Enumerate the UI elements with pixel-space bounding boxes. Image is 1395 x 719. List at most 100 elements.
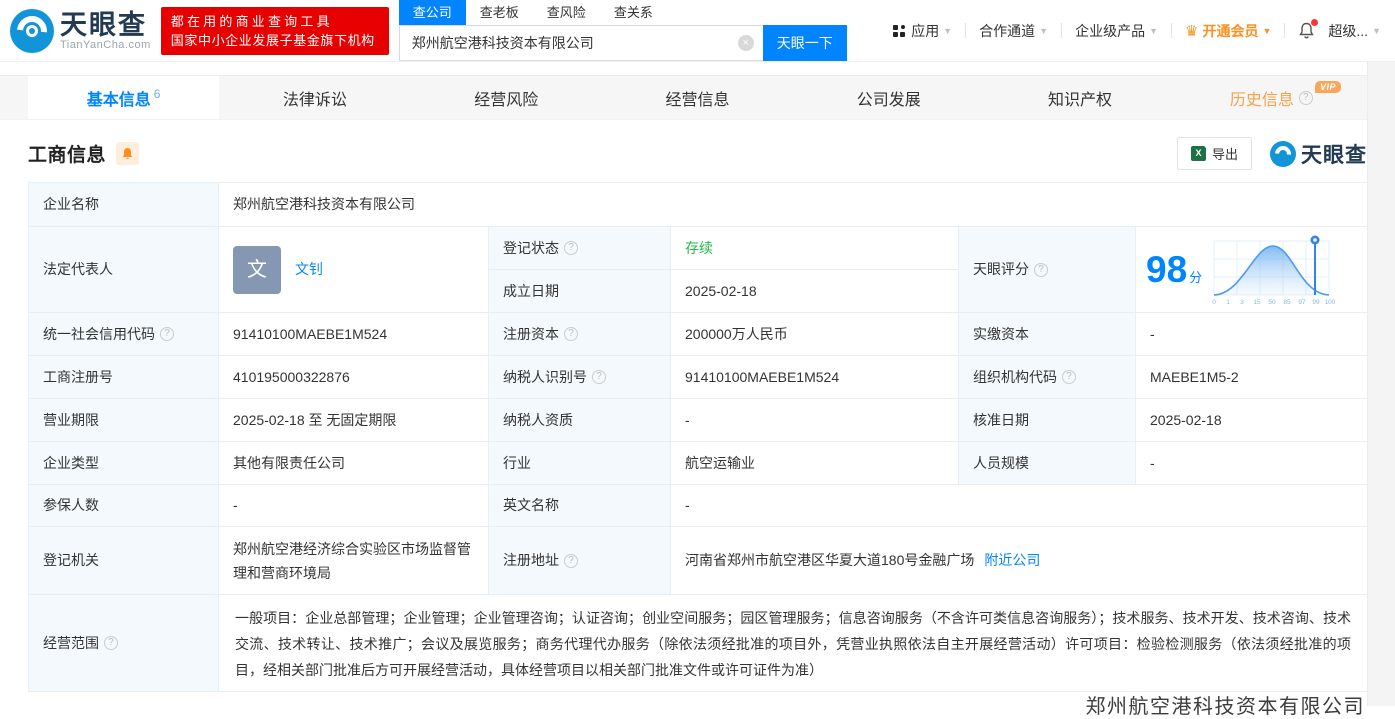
legal-rep-link[interactable]: 文钊 [295, 258, 323, 280]
score-axis-tick: 0 [1212, 299, 1216, 306]
field-value-credit-code: 91410100MAEBE1M524 [219, 313, 489, 356]
tab-legal-litigation[interactable]: 法律诉讼 [219, 76, 410, 119]
tab-operation-risk[interactable]: 经营风险 [411, 76, 602, 119]
score-value: 98 [1146, 248, 1188, 290]
nav-enterprise[interactable]: 企业级产品 ▼ [1075, 21, 1158, 41]
score-axis-tick: 50 [1269, 299, 1277, 306]
tab-label: 经营风险 [474, 91, 539, 109]
chevron-down-icon: ▼ [943, 25, 953, 36]
search-tab-risk[interactable]: 查风险 [533, 0, 600, 25]
search-tabs: 查公司 查老板 查风险 查关系 [398, 0, 847, 25]
field-value-reg-status: 存续 [671, 227, 959, 270]
notification-dot [1311, 18, 1319, 26]
search-button[interactable]: 天眼一下 [762, 25, 847, 61]
nav-enterprise-label: 企业级产品 [1075, 22, 1146, 39]
nav-super-vip[interactable]: 超级... ▼ [1328, 21, 1381, 41]
tab-label: 公司发展 [856, 91, 921, 109]
field-value-score: 98 分 0 1 3 15 50 85 97 99 100 [1136, 227, 1368, 313]
clear-icon[interactable]: × [737, 35, 754, 51]
page-right-gutter[interactable] [1367, 62, 1395, 706]
score-axis: 0 1 3 15 50 85 97 99 100 [1212, 299, 1336, 306]
score-distribution-chart: 0 1 3 15 50 85 97 99 100 [1212, 235, 1336, 306]
tab-operation-info[interactable]: 经营信息 [602, 76, 793, 119]
nearby-companies-link[interactable]: 附近公司 [984, 549, 1040, 571]
divider [1061, 23, 1063, 38]
tab-basic-info[interactable]: 基本信息 6 [28, 76, 220, 119]
help-icon[interactable]: ? [592, 370, 606, 384]
chevron-down-icon: ▼ [1039, 25, 1049, 36]
help-icon[interactable]: ? [160, 327, 174, 341]
label-text: 注册资本 [503, 325, 559, 342]
tab-basic-info-count: 6 [153, 86, 161, 101]
score-number-group: 98 分 [1146, 251, 1202, 289]
field-value-paid-capital: - [1136, 313, 1368, 356]
label-text: 登记状态 [503, 239, 559, 256]
field-value-reg-authority: 郑州航空港经济综合实验区市场监督管理和营商环境局 [219, 527, 489, 595]
nav-open-vip[interactable]: ♛ 开通会员 ▼ [1185, 21, 1271, 41]
help-icon[interactable]: ? [564, 553, 578, 568]
help-icon[interactable]: ? [564, 241, 578, 255]
tab-company-development[interactable]: 公司发展 [793, 76, 984, 119]
tab-intellectual-property[interactable]: 知识产权 [984, 76, 1175, 119]
search-tab-company[interactable]: 查公司 [398, 0, 466, 25]
field-label-english-name: 英文名称 [489, 485, 671, 527]
score-axis-tick: 1 [1226, 299, 1230, 306]
bottom-watermark: 郑州航空港科技资本有限公司 [1085, 696, 1365, 718]
field-value-reg-capital: 200000万人民币 [671, 313, 959, 356]
nav-partner[interactable]: 合作通道 ▼ [979, 21, 1048, 41]
field-value-company-name: 郑州航空港科技资本有限公司 [219, 183, 1368, 227]
field-value-approval-date: 2025-02-18 [1136, 399, 1368, 442]
monitor-bell-button[interactable] [116, 142, 140, 165]
field-label-company-type: 企业类型 [29, 442, 219, 485]
label-text: 组织机构代码 [973, 368, 1057, 385]
score-axis-tick: 85 [1284, 299, 1292, 306]
score-axis-tick: 15 [1254, 299, 1262, 306]
company-tabstrip: 基本信息 6 法律诉讼 经营风险 经营信息 公司发展 知识产权 VIP 历史信息… [0, 75, 1395, 120]
search-input[interactable] [398, 25, 763, 61]
nav-apps[interactable]: 应用 ▼ [893, 21, 952, 41]
help-icon[interactable]: ? [1062, 370, 1076, 384]
export-button[interactable]: X 导出 [1176, 137, 1252, 170]
field-label-reg-status: 登记状态 ? [489, 227, 671, 270]
field-label-insured-count: 参保人数 [29, 485, 219, 527]
field-label-reg-capital: 注册资本 ? [489, 313, 671, 356]
bell-icon [122, 147, 133, 159]
help-icon[interactable]: ? [564, 327, 578, 341]
score-axis-tick: 99 [1313, 299, 1321, 306]
field-value-english-name: - [671, 485, 1368, 527]
field-value-reg-number: 410195000322876 [219, 356, 489, 399]
tianyancha-logo-icon [1270, 140, 1296, 167]
help-icon[interactable]: ? [1034, 262, 1048, 277]
field-label-score: 天眼评分 ? [959, 227, 1136, 313]
help-icon[interactable]: ? [104, 636, 118, 650]
brand-domain: TianYanCha.com [60, 38, 151, 51]
nav-partner-label: 合作通道 [979, 22, 1036, 39]
chevron-down-icon: ▼ [1149, 25, 1159, 36]
field-value-business-term: 2025-02-18 至 无固定期限 [219, 399, 489, 442]
label-text: 注册地址 [503, 552, 559, 569]
field-value-staff-size: - [1136, 442, 1368, 485]
notification-bell[interactable] [1298, 18, 1319, 40]
search-tab-boss[interactable]: 查老板 [466, 0, 533, 25]
vip-badge: VIP [1314, 81, 1341, 93]
field-value-business-scope: 一般项目：企业总部管理；企业管理；企业管理咨询；认证咨询；创业空间服务；园区管理… [219, 595, 1368, 692]
tab-label: 知识产权 [1048, 91, 1113, 109]
label-text: 纳税人识别号 [503, 368, 587, 385]
legal-rep-avatar[interactable]: 文 [233, 245, 281, 294]
score-unit: 分 [1189, 269, 1203, 285]
divider [1284, 23, 1286, 38]
search-tab-relation[interactable]: 查关系 [600, 0, 667, 25]
label-text: 天眼评分 [973, 261, 1029, 278]
field-label-staff-size: 人员规模 [959, 442, 1136, 485]
field-label-org-code: 组织机构代码 ? [959, 356, 1136, 399]
top-header: 天眼查 TianYanCha.com 都在用的商业查询工具 国家中小企业发展子基… [0, 0, 1395, 62]
nav-vip-label: 开通会员 [1202, 22, 1259, 39]
tianyancha-logo[interactable]: 天眼查 TianYanCha.com [10, 8, 151, 53]
label-text: 经营范围 [43, 634, 99, 651]
help-icon[interactable]: ? [1298, 90, 1313, 105]
field-value-est-date: 2025-02-18 [671, 270, 959, 313]
field-label-taxpayer-quality: 纳税人资质 [489, 399, 671, 442]
field-label-reg-number: 工商注册号 [29, 356, 219, 399]
field-value-company-type: 其他有限责任公司 [219, 442, 489, 485]
tab-history-info[interactable]: VIP 历史信息 ? [1176, 76, 1367, 119]
